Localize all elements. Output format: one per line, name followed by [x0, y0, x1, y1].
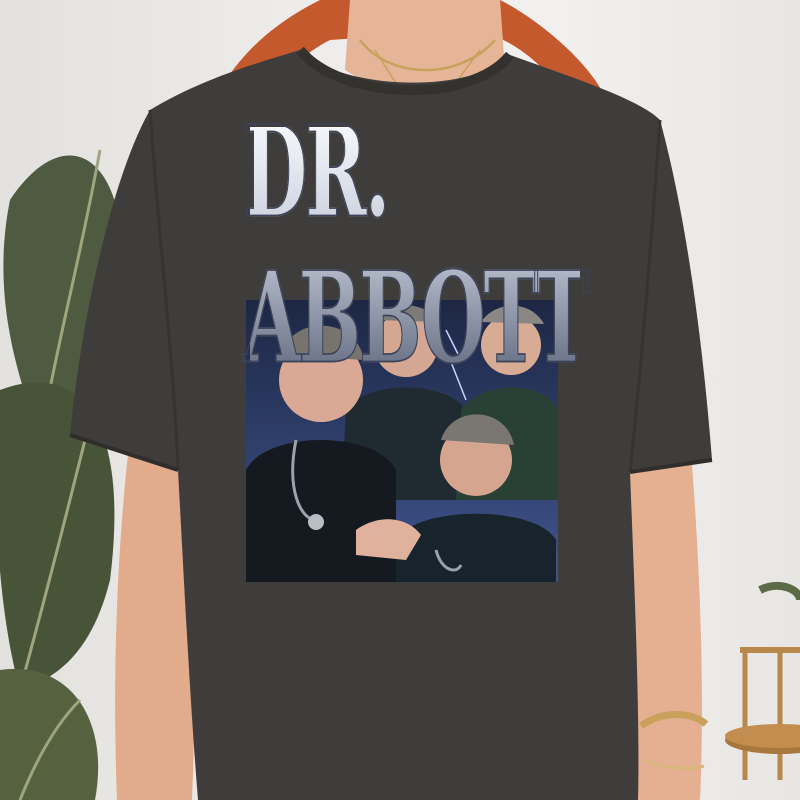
- bracelet-icon: [638, 711, 708, 770]
- print-title: DR. ABBOTT: [243, 99, 590, 393]
- product-photo: DR. ABBOTT: [0, 0, 800, 800]
